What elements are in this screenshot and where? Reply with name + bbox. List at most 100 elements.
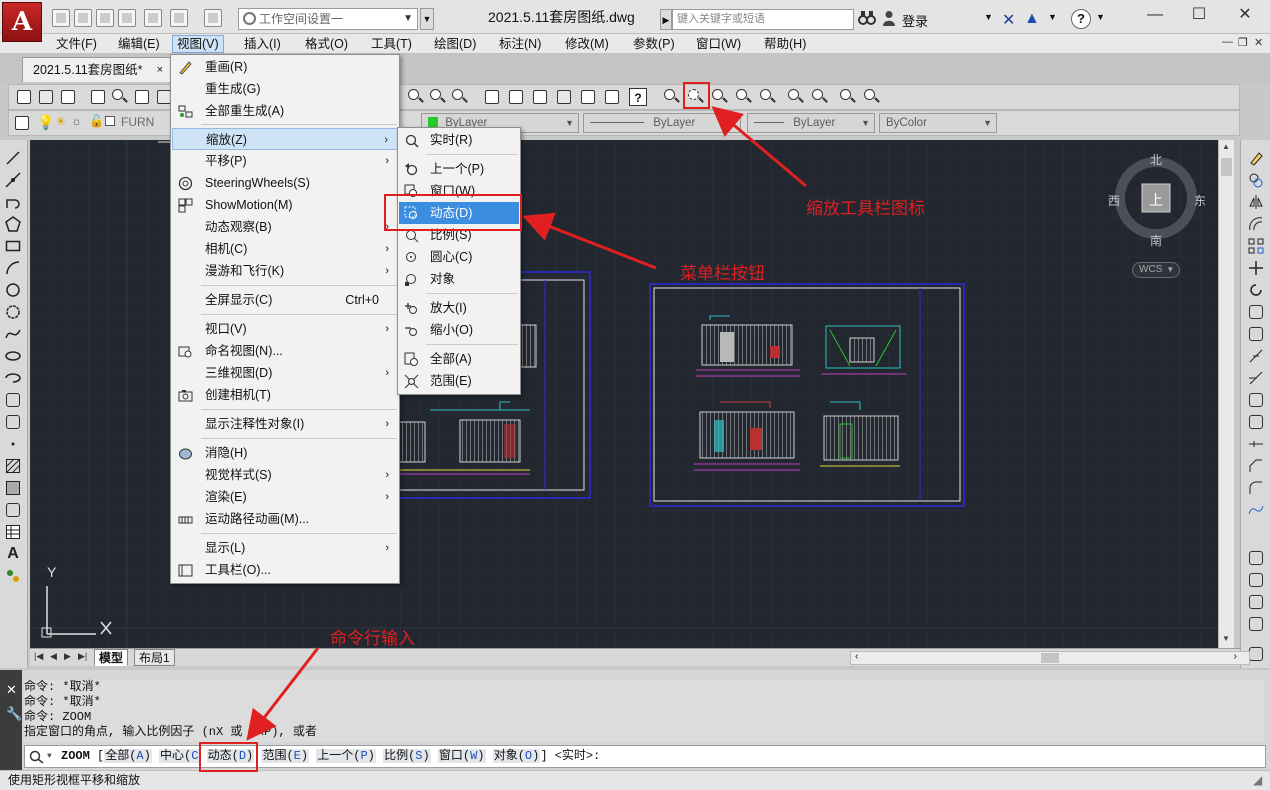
region-icon[interactable] bbox=[5, 502, 21, 518]
option-extents[interactable]: 范围(E) bbox=[261, 749, 310, 763]
view-menu-orbit[interactable]: 动态观察(B) › bbox=[172, 216, 399, 238]
option-scale[interactable]: 比例(S) bbox=[383, 749, 431, 763]
search-expand-button[interactable]: ▶ bbox=[660, 9, 672, 30]
prev-layout-icon[interactable]: ◀ bbox=[50, 651, 57, 662]
view-menu-fullscreen[interactable]: 全屏显示(C) Ctrl+0 bbox=[172, 289, 399, 311]
draworder-front-icon[interactable] bbox=[1248, 550, 1264, 566]
view-menu-visual-styles[interactable]: 视觉样式(S) › bbox=[172, 464, 399, 486]
viewcube-north[interactable]: 北 bbox=[1150, 151, 1162, 168]
zoom-realtime-tb-icon[interactable] bbox=[407, 88, 425, 106]
binoculars-icon[interactable] bbox=[858, 10, 876, 26]
view-menu-regenall[interactable]: 全部重生成(A) bbox=[172, 100, 399, 122]
layer-name[interactable]: FURN bbox=[121, 115, 154, 129]
view-menu-walkfly[interactable]: 漫游和飞行(K) › bbox=[172, 260, 399, 282]
last-layout-icon[interactable]: ▶| bbox=[78, 651, 87, 662]
design-center-icon[interactable] bbox=[507, 88, 525, 106]
save-icon[interactable] bbox=[59, 88, 77, 106]
view-menu-annotative[interactable]: 显示注释性对象(I) › bbox=[172, 413, 399, 435]
polygon-icon[interactable] bbox=[5, 216, 21, 232]
lineweight-combo[interactable]: ByLayer ▼ bbox=[747, 113, 875, 133]
mdi-restore-icon[interactable]: ❐ bbox=[1238, 36, 1248, 49]
zoom-out[interactable]: 缩小(O) bbox=[399, 319, 519, 341]
scroll-up-icon[interactable]: ▲ bbox=[1222, 142, 1230, 151]
redo-icon[interactable] bbox=[204, 9, 222, 27]
view-menu-create-camera[interactable]: 创建相机(T) bbox=[172, 384, 399, 406]
zoom-in[interactable]: 放大(I) bbox=[399, 297, 519, 319]
chevron-down-icon[interactable]: ▼ bbox=[1096, 12, 1105, 22]
close-button[interactable]: ✕ bbox=[1230, 6, 1260, 26]
a360-icon[interactable]: ▲ bbox=[1024, 10, 1040, 28]
maximize-button[interactable]: ☐ bbox=[1184, 6, 1214, 26]
zoom-dynamic-icon[interactable] bbox=[687, 88, 705, 106]
autocad-logo-icon[interactable]: A bbox=[2, 2, 42, 42]
menu-window[interactable]: 窗口(W) bbox=[692, 35, 745, 53]
draworder-back-icon[interactable] bbox=[1248, 572, 1264, 588]
zoom-window[interactable]: 窗口(W) bbox=[399, 180, 519, 202]
scroll-thumb[interactable] bbox=[1041, 653, 1059, 663]
layer-properties-icon[interactable] bbox=[13, 114, 31, 132]
login-label[interactable]: 登录 bbox=[902, 11, 928, 30]
trim-icon[interactable] bbox=[1248, 348, 1264, 364]
option-center[interactable]: 中心(C bbox=[159, 749, 200, 763]
unlock-icon[interactable]: 🔓 bbox=[89, 114, 104, 128]
zoom-previous[interactable]: 上一个(P) bbox=[399, 158, 519, 180]
zoom-window-icon[interactable] bbox=[663, 88, 681, 106]
zoom-object-icon[interactable] bbox=[759, 88, 777, 106]
draworder-above-icon[interactable] bbox=[1248, 594, 1264, 610]
stretch-icon[interactable] bbox=[1248, 326, 1264, 342]
spline-icon[interactable] bbox=[5, 326, 21, 342]
zoom-scale-icon[interactable] bbox=[711, 88, 729, 106]
break-at-point-icon[interactable] bbox=[1248, 392, 1264, 408]
sun-icon[interactable]: ☀ bbox=[55, 114, 67, 130]
fillet-icon[interactable] bbox=[1248, 480, 1264, 496]
menu-draw[interactable]: 绘图(D) bbox=[430, 35, 480, 53]
view-menu-camera[interactable]: 相机(C) › bbox=[172, 238, 399, 260]
close-icon[interactable]: × bbox=[157, 58, 163, 82]
text-front-icon[interactable] bbox=[1248, 646, 1264, 662]
zoom-realtime[interactable]: 实时(R) bbox=[399, 129, 519, 151]
make-block-icon[interactable] bbox=[5, 414, 21, 430]
viewcube-west[interactable]: 西 bbox=[1108, 192, 1120, 209]
revcloud-icon[interactable] bbox=[5, 304, 21, 320]
search-input[interactable]: 键入关键字或短语 bbox=[672, 9, 854, 30]
markup-icon[interactable] bbox=[579, 88, 597, 106]
next-layout-icon[interactable]: ▶ bbox=[64, 651, 71, 662]
draworder-under-icon[interactable] bbox=[1248, 616, 1264, 632]
viewcube-east[interactable]: 东 bbox=[1194, 192, 1206, 209]
view-menu-render[interactable]: 渲染(E) › bbox=[172, 486, 399, 508]
menu-format[interactable]: 格式(O) bbox=[301, 35, 352, 53]
break-icon[interactable] bbox=[1248, 414, 1264, 430]
option-previous[interactable]: 上一个(P) bbox=[316, 749, 376, 763]
view-menu-3dviews[interactable]: 三维视图(D) › bbox=[172, 362, 399, 384]
option-all[interactable]: 全部(A) bbox=[104, 749, 152, 763]
view-menu-hide[interactable]: 消隐(H) bbox=[172, 442, 399, 464]
zoom-all-icon[interactable] bbox=[839, 88, 857, 106]
zoom-previous-tb-icon[interactable] bbox=[451, 88, 469, 106]
join-icon[interactable] bbox=[1248, 436, 1264, 452]
zoom-extents-icon[interactable] bbox=[863, 88, 881, 106]
view-menu-viewports[interactable]: 视口(V) › bbox=[172, 318, 399, 340]
scroll-left-icon[interactable]: ‹ bbox=[855, 651, 858, 662]
plot-preview-icon[interactable] bbox=[111, 88, 129, 106]
publish-icon[interactable] bbox=[133, 88, 151, 106]
lightbulb-icon[interactable]: 💡 bbox=[37, 114, 54, 131]
help-icon[interactable]: ? bbox=[1071, 9, 1091, 29]
rectangle-icon[interactable] bbox=[5, 238, 21, 254]
vertical-scrollbar[interactable]: ▲ ▼ bbox=[1218, 140, 1234, 648]
viewport-freeze-icon[interactable]: ☼ bbox=[71, 114, 82, 128]
menu-modify[interactable]: 修改(M) bbox=[561, 35, 613, 53]
menu-file[interactable]: 文件(F) bbox=[52, 35, 101, 53]
tab-layout1[interactable]: 布局1 bbox=[134, 649, 175, 666]
add-selected-icon[interactable] bbox=[5, 568, 21, 584]
new-file-icon[interactable] bbox=[52, 9, 70, 27]
circle-icon[interactable] bbox=[5, 282, 21, 298]
open-file-icon[interactable] bbox=[74, 9, 92, 27]
quickcalc-icon[interactable] bbox=[603, 88, 621, 106]
ellipse-icon[interactable] bbox=[5, 348, 21, 364]
plot-icon[interactable] bbox=[89, 88, 107, 106]
save-icon[interactable] bbox=[96, 9, 114, 27]
resize-grip-icon[interactable]: ◢ bbox=[1253, 771, 1262, 790]
help-icon[interactable]: ? bbox=[629, 88, 647, 106]
menu-help[interactable]: 帮助(H) bbox=[760, 35, 810, 53]
view-menu-toolbars[interactable]: 工具栏(O)... bbox=[172, 559, 399, 581]
